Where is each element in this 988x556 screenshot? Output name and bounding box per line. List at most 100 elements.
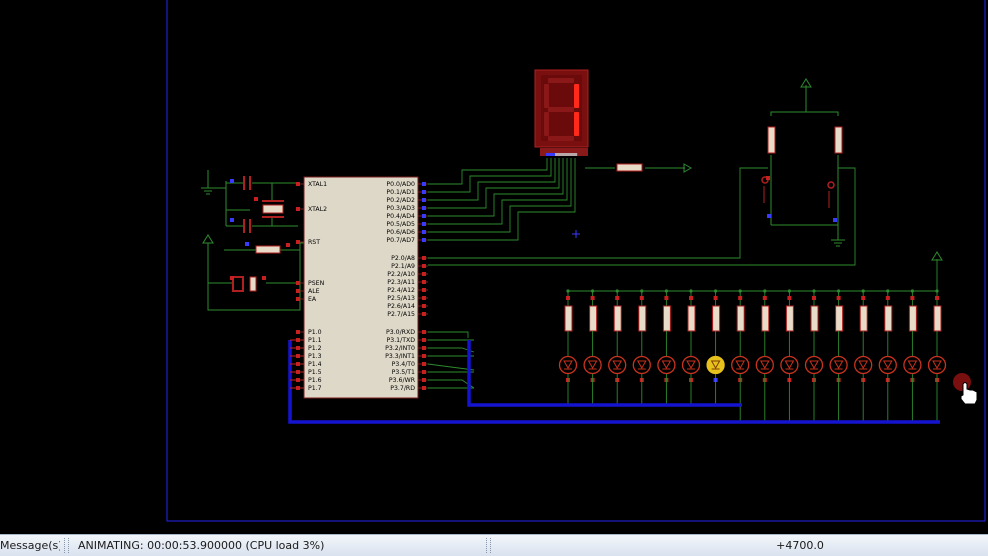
messages-button[interactable]: Message(s) xyxy=(0,535,60,556)
led-icon[interactable] xyxy=(583,355,602,375)
segment-f xyxy=(544,84,549,108)
led-icon[interactable] xyxy=(558,355,578,375)
led-icon[interactable] xyxy=(903,355,922,375)
segment-g xyxy=(548,107,574,112)
led-channel[interactable] xyxy=(731,289,750,422)
led-icon[interactable] xyxy=(927,355,947,375)
pushbutton-b[interactable] xyxy=(827,181,835,208)
led-icon[interactable] xyxy=(657,355,676,375)
resistor[interactable] xyxy=(908,305,917,332)
segment-b xyxy=(574,84,579,108)
coordinate-value: +4700.0 xyxy=(776,539,824,552)
data-bus-short xyxy=(467,340,742,407)
vcc-arrow-icon xyxy=(931,251,943,261)
display-digit: 1 xyxy=(0,0,1,1)
resistor[interactable] xyxy=(589,305,598,332)
pushbutton-a[interactable] xyxy=(761,176,769,203)
chip-pin-label: P3.0/RXD xyxy=(386,329,415,336)
segment-a xyxy=(548,78,574,83)
chip-pin-label: P0.1/AD1 xyxy=(386,189,415,196)
chip-pin-label: P2.1/A9 xyxy=(391,263,415,270)
resistor-reset[interactable] xyxy=(255,245,281,254)
led-channel[interactable] xyxy=(657,289,676,405)
crystal-x1[interactable] xyxy=(262,200,284,218)
led-channel[interactable] xyxy=(829,289,848,422)
led-channel[interactable] xyxy=(608,289,627,405)
chip-pin-label: P1.4 xyxy=(308,361,322,368)
segment-e xyxy=(544,112,549,136)
led-channel[interactable] xyxy=(927,289,947,422)
capacitor-reset[interactable] xyxy=(232,276,257,292)
led-icon[interactable] xyxy=(854,355,873,375)
chip-pin-label: P0.5/AD5 xyxy=(386,221,415,228)
led-channel[interactable] xyxy=(804,289,824,422)
resistor[interactable] xyxy=(613,305,622,332)
led-icon[interactable] xyxy=(681,355,701,375)
led-channel[interactable] xyxy=(755,289,774,422)
led-channel[interactable] xyxy=(780,289,799,422)
port1-wires xyxy=(427,331,475,389)
capacitor-c2[interactable] xyxy=(243,219,251,233)
led-channel[interactable] xyxy=(558,289,578,405)
resistor[interactable] xyxy=(662,305,671,332)
chip-pin-label: P0.0/AD0 xyxy=(386,181,415,188)
led-icon[interactable] xyxy=(632,355,651,375)
led-channel[interactable] xyxy=(583,289,602,405)
chip-pin-label: P2.6/A14 xyxy=(387,303,415,310)
chip-pin-label: P2.2/A10 xyxy=(387,271,415,278)
led-channel[interactable] xyxy=(878,289,897,422)
messages-label: Message(s) xyxy=(0,539,60,552)
led-icon[interactable] xyxy=(780,355,799,375)
chip-pin-label: P2.4/A12 xyxy=(387,287,415,294)
led-icon[interactable] xyxy=(829,355,848,375)
resistor[interactable] xyxy=(785,305,794,332)
chip-pin-label: P0.2/AD2 xyxy=(386,197,415,204)
resistor-segment[interactable] xyxy=(616,163,643,172)
led-icon[interactable] xyxy=(731,355,750,375)
led-icon[interactable] xyxy=(706,355,725,375)
led-icon[interactable] xyxy=(608,355,627,375)
chip-pin-label: P1.2 xyxy=(308,345,322,352)
schematic-canvas[interactable]: XTAL1 XTAL2 RST PSEN ALE EA P1.0 P1.1 P1.2 P1.3 P1… xyxy=(0,0,988,534)
resistor[interactable] xyxy=(564,305,573,332)
port0-wires xyxy=(428,158,856,266)
resistor[interactable] xyxy=(736,305,745,332)
chip-pin-label: P3.4/T0 xyxy=(392,361,415,368)
chip-pin-label: EA xyxy=(308,296,317,303)
resistor[interactable] xyxy=(884,305,893,332)
led-channel[interactable] xyxy=(903,289,922,422)
chip-pin-label: P2.7/A15 xyxy=(387,311,415,318)
chip-pin-label: P0.4/AD4 xyxy=(386,213,415,220)
chip-pin-label: P3.6/WR xyxy=(389,377,416,384)
chip-pin-label: P2.5/A13 xyxy=(387,295,415,302)
seven-segment-display[interactable] xyxy=(534,69,589,156)
resistor[interactable] xyxy=(835,305,844,332)
led-channel[interactable] xyxy=(632,289,651,405)
resistor[interactable] xyxy=(933,305,942,332)
led-channel[interactable] xyxy=(706,289,725,405)
resistor[interactable] xyxy=(687,305,696,332)
capacitor-c1[interactable] xyxy=(243,176,251,190)
led-icon[interactable] xyxy=(804,355,824,375)
chip-pin-label: P1.0 xyxy=(308,329,322,336)
resistor[interactable] xyxy=(712,305,721,332)
power-arrow-icon xyxy=(202,234,214,244)
led-channel[interactable] xyxy=(681,289,701,405)
led-icon[interactable] xyxy=(755,355,774,375)
animation-status-text: ANIMATING: 00:00:53.900000 (CPU load 3%) xyxy=(78,539,325,552)
resistor[interactable] xyxy=(638,305,647,332)
resistor[interactable] xyxy=(810,305,819,332)
resistor[interactable] xyxy=(859,305,868,332)
led-icon[interactable] xyxy=(878,355,897,375)
led-channel[interactable] xyxy=(854,289,873,422)
resistor-pullup-b[interactable] xyxy=(834,126,843,154)
vcc-arrow-icon xyxy=(683,163,693,173)
resistor[interactable] xyxy=(761,305,770,332)
probe-marker-icon xyxy=(572,230,580,238)
segment-d xyxy=(548,136,574,141)
chip-pin-label: P0.3/AD3 xyxy=(386,205,415,212)
resistor-pullup-a[interactable] xyxy=(767,126,776,154)
chip-pin-label: RST xyxy=(308,239,320,246)
chip-pin-label: P1.5 xyxy=(308,369,322,376)
chip-pin-label: XTAL1 xyxy=(308,181,327,188)
